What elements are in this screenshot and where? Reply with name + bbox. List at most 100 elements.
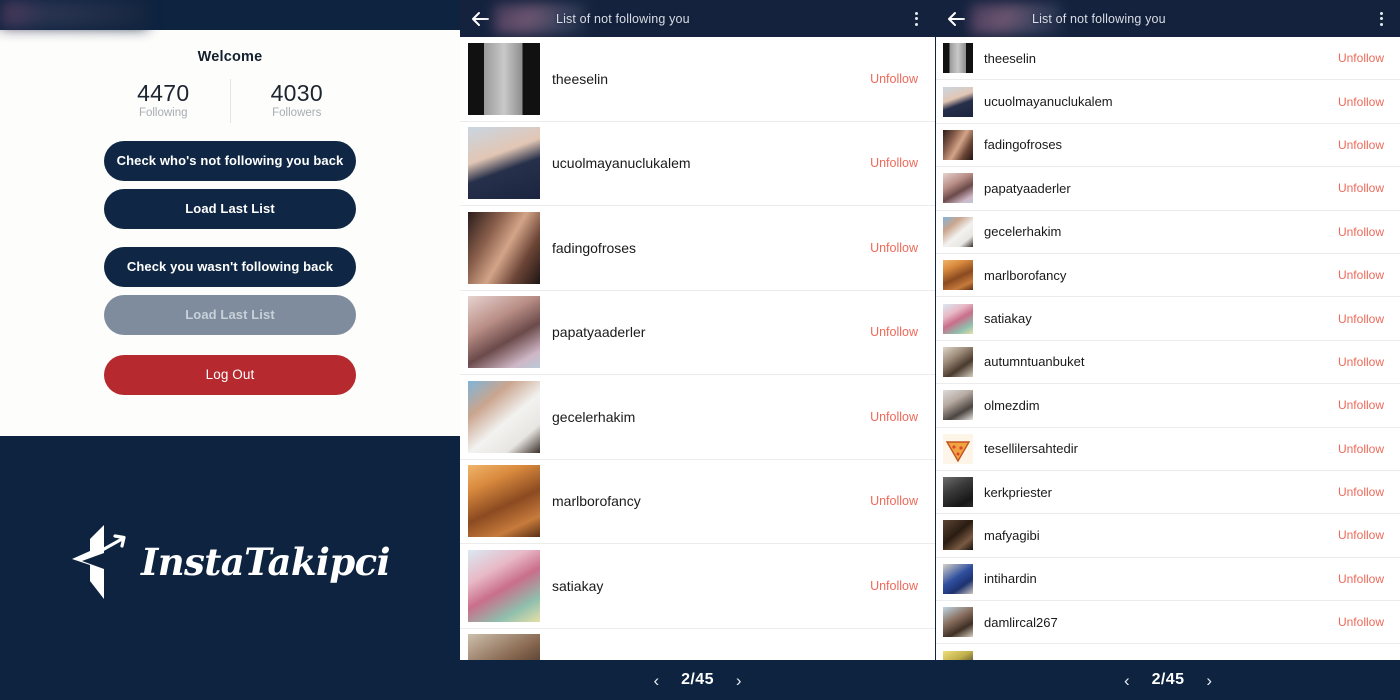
load-last-list-button-1[interactable]: Load Last List xyxy=(104,188,356,229)
username-label: satiakay xyxy=(552,577,604,594)
back-arrow-icon[interactable] xyxy=(468,7,492,31)
list-item[interactable]: satiakay Unfollow xyxy=(460,544,935,629)
three-panel-screenshot: Welcome 4470 Following 4030 Followers Ch… xyxy=(0,0,1400,700)
avatar xyxy=(943,477,973,508)
list-item[interactable]: autumntuanbuket Unfollow xyxy=(936,340,1400,385)
prev-page-button[interactable]: ‹ xyxy=(1124,672,1130,689)
load-last-list-button-2[interactable]: Load Last List xyxy=(104,294,356,335)
unfollow-button[interactable]: Unfollow xyxy=(1338,572,1384,586)
middle-list-body[interactable]: theeselin Unfollow ucuolmayanuclukalem Unfo… xyxy=(460,37,935,700)
username-label: damlircal267 xyxy=(984,614,1058,630)
avatar xyxy=(943,433,973,464)
middle-list-header: List of not following you xyxy=(460,0,935,37)
avatar xyxy=(943,260,973,291)
back-arrow-icon[interactable] xyxy=(944,7,968,31)
list-item[interactable]: mafyagibi Unfollow xyxy=(936,514,1400,558)
unfollow-button[interactable]: Unfollow xyxy=(870,410,918,424)
username-label: autumntuanbuket xyxy=(984,354,1085,370)
list-item[interactable]: gecelerhakim Unfollow xyxy=(936,210,1400,254)
home-button-stack: Check who's not following you back Load … xyxy=(0,140,460,395)
list-item[interactable]: intihardin Unfollow xyxy=(936,557,1400,602)
page-position-indicator: 2/45 xyxy=(1151,671,1185,688)
unfollow-button[interactable]: Unfollow xyxy=(870,72,918,86)
username-label: papatyaaderler xyxy=(984,180,1071,196)
check-you-wasnt-following-back-button[interactable]: Check you wasn't following back xyxy=(104,246,356,287)
unfollow-button[interactable]: Unfollow xyxy=(1338,398,1384,412)
avatar xyxy=(943,129,973,160)
unfollow-button[interactable]: Unfollow xyxy=(1338,95,1384,109)
home-status-bar xyxy=(0,0,460,30)
list-item[interactable]: fadingofroses Unfollow xyxy=(460,206,935,291)
avatar xyxy=(943,216,973,247)
unfollow-button[interactable]: Unfollow xyxy=(1338,528,1384,542)
unfollow-button[interactable]: Unfollow xyxy=(870,325,918,339)
unfollow-button[interactable]: Unfollow xyxy=(1338,485,1384,499)
followers-label: Followers xyxy=(272,106,322,119)
middle-list-title: List of not following you xyxy=(556,11,690,26)
list-item[interactable]: ucuolmayanuclukalem Unfollow xyxy=(936,80,1400,124)
middle-pagination-bar: ‹ 2/45 › xyxy=(460,660,935,700)
list-item[interactable]: marlborofancy Unfollow xyxy=(460,459,935,544)
unfollow-button[interactable]: Unfollow xyxy=(1338,615,1384,629)
kebab-menu-icon[interactable] xyxy=(907,8,925,30)
username-label: fadingofroses xyxy=(984,137,1063,153)
avatar xyxy=(943,43,973,74)
next-page-button[interactable]: › xyxy=(1206,672,1212,689)
brand-logo-area: InstaTakipci xyxy=(0,436,460,700)
list-item[interactable]: damlircal267 Unfollow xyxy=(936,601,1400,645)
unfollow-button[interactable]: Unfollow xyxy=(1338,51,1384,65)
avatar xyxy=(943,520,973,551)
following-label: Following xyxy=(138,106,188,119)
unfollow-button[interactable]: Unfollow xyxy=(1338,225,1384,239)
next-page-button[interactable]: › xyxy=(736,672,742,689)
prev-page-button[interactable]: ‹ xyxy=(653,672,659,689)
right-list-panel: List of not following you theeselin Unfol… xyxy=(935,0,1400,700)
avatar xyxy=(943,346,973,377)
brand-name-text: InstaTakipci xyxy=(140,540,391,584)
list-item[interactable]: theeselin Unfollow xyxy=(936,37,1400,81)
unfollow-button[interactable]: Unfollow xyxy=(1338,442,1384,456)
check-not-following-you-back-button[interactable]: Check who's not following you back xyxy=(104,140,356,181)
unfollow-button[interactable]: Unfollow xyxy=(1338,268,1384,282)
right-list-body[interactable]: theeselin Unfollow ucuolmayanuclukalem Unfo… xyxy=(936,37,1400,700)
list-item[interactable]: satiakay Unfollow xyxy=(936,297,1400,341)
unfollow-button[interactable]: Unfollow xyxy=(870,579,918,593)
username-label: mafyagibi xyxy=(984,527,1040,543)
list-item[interactable]: gecelerhakim Unfollow xyxy=(460,375,935,460)
unfollow-button[interactable]: Unfollow xyxy=(870,241,918,255)
unfollow-button[interactable]: Unfollow xyxy=(1338,138,1384,152)
stat-followers: 4030 Followers xyxy=(229,79,364,123)
stat-following: 4470 Following xyxy=(97,79,230,123)
log-out-button[interactable]: Log Out xyxy=(104,354,356,395)
username-label: gecelerhakim xyxy=(984,224,1062,240)
username-label: gecelerhakim xyxy=(552,408,636,425)
list-item[interactable]: olmezdim Unfollow xyxy=(936,384,1400,428)
unfollow-button[interactable]: Unfollow xyxy=(870,156,918,170)
list-item[interactable]: ucuolmayanuclukalem Unfollow xyxy=(460,121,935,206)
unfollow-button[interactable]: Unfollow xyxy=(1338,312,1384,326)
list-item[interactable]: fadingofroses Unfollow xyxy=(936,123,1400,168)
list-item[interactable]: kerkpriester Unfollow xyxy=(936,470,1400,515)
username-label: theeselin xyxy=(552,70,609,87)
followers-count: 4030 xyxy=(270,80,323,106)
avatar xyxy=(943,173,973,204)
unfollow-button[interactable]: Unfollow xyxy=(1338,355,1384,369)
list-item[interactable]: papatyaaderler Unfollow xyxy=(460,290,935,375)
kebab-menu-icon[interactable] xyxy=(1372,8,1390,30)
list-item[interactable]: papatyaaderler Unfollow xyxy=(936,167,1400,211)
avatar xyxy=(468,380,540,453)
avatar xyxy=(468,465,540,538)
unfollow-button[interactable]: Unfollow xyxy=(870,494,918,508)
list-item[interactable]: tesellilersahtedir Unfollow xyxy=(936,427,1400,471)
avatar xyxy=(468,127,540,200)
username-label: marlborofancy xyxy=(984,267,1067,283)
username-label: papatyaaderler xyxy=(552,324,646,341)
unfollow-button[interactable]: Unfollow xyxy=(1338,181,1384,195)
list-item[interactable]: theeselin Unfollow xyxy=(460,37,935,122)
right-list-title: List of not following you xyxy=(1032,11,1166,26)
middle-list-panel: List of not following you theeselin Unfol… xyxy=(460,0,935,700)
avatar xyxy=(943,390,973,421)
list-item[interactable]: marlborofancy Unfollow xyxy=(936,253,1400,298)
avatar xyxy=(468,549,540,622)
redacted-blur-region xyxy=(0,0,148,28)
